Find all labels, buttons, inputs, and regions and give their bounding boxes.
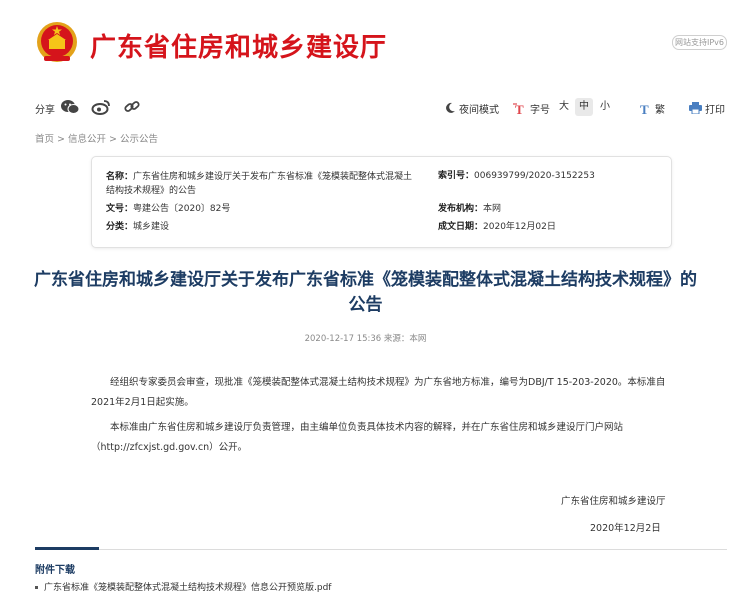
traditional-label: 繁 <box>655 104 665 116</box>
info-category-key: 分类： <box>106 222 134 232</box>
signature-date: 2020年12月2日 <box>590 523 661 534</box>
moon-icon <box>446 102 455 113</box>
attachment-filename[interactable]: 广东省标准《笼模装配整体式混凝土结构技术规程》信息公开预览版.pdf <box>44 583 331 593</box>
info-date-row: 成文日期：2020年12月02日 <box>438 221 556 234</box>
info-docno-key: 文号： <box>106 204 134 214</box>
attachments-title: 附件下载 <box>35 565 75 576</box>
info-issuer-key: 发布机构： <box>438 204 484 214</box>
night-mode-button[interactable]: 夜间模式 <box>445 99 499 117</box>
info-issuer-value: 本网 <box>483 204 502 214</box>
info-docno-row: 文号：粤建公告〔2020〕82号 <box>106 203 230 216</box>
wechat-icon[interactable] <box>60 98 80 116</box>
share-label: 分享 <box>35 105 55 116</box>
link-icon[interactable] <box>122 98 142 116</box>
signature-org: 广东省住房和城乡建设厅 <box>561 496 666 507</box>
article-paragraph: 经组织专家委员会审查，现批准《笼模装配整体式混凝土结构技术规程》为广东省地方标准… <box>91 377 666 408</box>
print-button[interactable]: 打印 <box>689 99 725 117</box>
info-name-key: 名称： <box>106 172 134 182</box>
info-docno-value: 粤建公告〔2020〕82号 <box>133 204 231 214</box>
info-index-value: 006939799/2020-3152253 <box>474 171 595 181</box>
svg-text:T: T <box>640 102 649 115</box>
printer-icon <box>689 102 702 114</box>
info-category-value: 城乡建设 <box>133 222 170 232</box>
attachments-divider <box>35 549 727 550</box>
traditional-icon: T <box>640 102 649 115</box>
ipv6-badge: 网站支持IPv6 <box>672 35 727 50</box>
font-size-control: T 字号 <box>513 99 550 117</box>
info-category-row: 分类：城乡建设 <box>106 221 169 234</box>
traditional-chinese-button[interactable]: T 繁 <box>640 99 665 117</box>
bullet-icon <box>35 586 38 589</box>
article-title: 广东省住房和城乡建设厅关于发布广东省标准《笼模装配整体式混凝土结构技术规程》的公… <box>34 270 697 315</box>
document-info-box: 名称：广东省住房和城乡建设厅关于发布广东省标准《笼模装配整体式混凝土结构技术规程… <box>91 156 672 248</box>
font-size-large[interactable]: 大 <box>555 98 573 116</box>
font-size-label: 字号 <box>530 104 550 116</box>
info-issuer-row: 发布机构：本网 <box>438 203 501 216</box>
info-name-row: 名称：广东省住房和城乡建设厅关于发布广东省标准《笼模装配整体式混凝土结构技术规程… <box>106 170 416 198</box>
weibo-icon[interactable] <box>91 98 111 116</box>
info-date-value: 2020年12月02日 <box>483 222 556 232</box>
print-label: 打印 <box>705 104 725 116</box>
font-size-small[interactable]: 小 <box>596 98 614 116</box>
font-size-medium[interactable]: 中 <box>575 98 593 116</box>
attachments-accent-bar <box>35 547 99 550</box>
info-index-key: 索引号： <box>438 171 475 181</box>
attachment-link[interactable]: 广东省标准《笼模装配整体式混凝土结构技术规程》信息公开预览版.pdf <box>35 580 331 593</box>
night-mode-label: 夜间模式 <box>459 104 499 116</box>
site-title[interactable]: 广东省住房和城乡建设厅 <box>90 27 387 64</box>
toolbar: 分享 夜间模式 T 字号 大 中 小 T 繁 打印 <box>0 96 731 120</box>
breadcrumb[interactable]: 首页 > 信息公开 > 公示公告 <box>35 131 158 145</box>
info-name-value: 广东省住房和城乡建设厅关于发布广东省标准《笼模装配整体式混凝土结构技术规程》的公… <box>106 172 413 196</box>
article-meta: 2020-12-17 15:36 来源：本网 <box>304 334 427 344</box>
national-emblem-icon <box>37 22 77 62</box>
info-index-row: 索引号：006939799/2020-3152253 <box>438 170 595 183</box>
info-date-key: 成文日期： <box>438 222 484 232</box>
article-paragraph: 本标准由广东省住房和城乡建设厅负责管理，由主编单位负责具体技术内容的解释，并在广… <box>91 422 624 453</box>
font-size-icon: T <box>513 102 524 115</box>
site-header: 广东省住房和城乡建设厅 网站支持IPv6 <box>0 0 731 88</box>
